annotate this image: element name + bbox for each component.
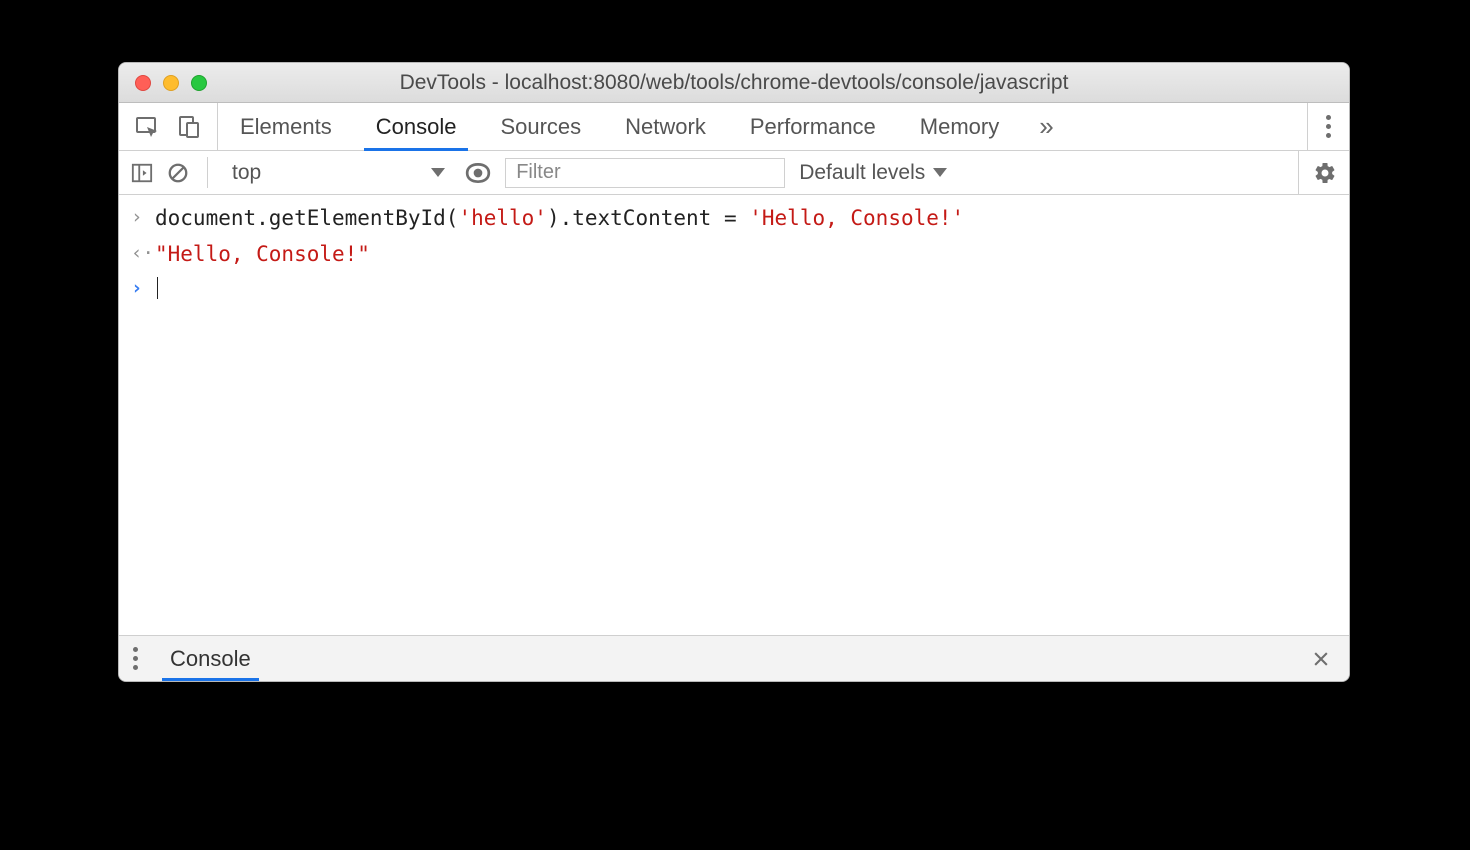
tab-sources[interactable]: Sources — [478, 103, 603, 150]
filter-input[interactable] — [505, 158, 785, 188]
log-levels-selector[interactable]: Default levels — [799, 161, 947, 185]
drawer-menu — [119, 636, 152, 681]
window-close-button[interactable] — [135, 75, 151, 91]
clear-console-icon[interactable] — [167, 162, 189, 184]
traffic-lights — [119, 75, 207, 91]
panel-tabs: Elements Console Sources Network Perform… — [218, 103, 1021, 150]
window-title: DevTools - localhost:8080/web/tools/chro… — [119, 71, 1349, 95]
drawer: Console — [119, 635, 1349, 681]
window-maximize-button[interactable] — [191, 75, 207, 91]
output-chevron-icon: ‹· — [131, 237, 155, 273]
console-sidebar-toggle-icon[interactable] — [131, 162, 153, 184]
console-output[interactable]: › document.getElementById('hello').textC… — [119, 195, 1349, 635]
console-input-echo: › document.getElementById('hello').textC… — [119, 201, 1349, 237]
window-minimize-button[interactable] — [163, 75, 179, 91]
window-titlebar: DevTools - localhost:8080/web/tools/chro… — [119, 63, 1349, 103]
drawer-tab-console[interactable]: Console — [152, 636, 269, 681]
devtools-window: DevTools - localhost:8080/web/tools/chro… — [118, 62, 1350, 682]
tab-network[interactable]: Network — [603, 103, 728, 150]
kebab-menu-icon[interactable] — [1326, 115, 1331, 138]
log-levels-label: Default levels — [799, 161, 925, 185]
input-chevron-icon: › — [131, 201, 155, 237]
console-result: ‹· "Hello, Console!" — [119, 237, 1349, 273]
tab-performance[interactable]: Performance — [728, 103, 898, 150]
context-selector[interactable]: top — [226, 161, 451, 185]
gear-icon[interactable] — [1313, 161, 1337, 185]
prompt-input[interactable] — [155, 272, 158, 308]
live-expression-icon[interactable] — [465, 160, 491, 186]
tab-console[interactable]: Console — [354, 103, 479, 150]
console-settings — [1298, 151, 1337, 194]
tab-elements[interactable]: Elements — [218, 103, 354, 150]
context-selector-value: top — [232, 161, 261, 185]
main-tabstrip: Elements Console Sources Network Perform… — [119, 103, 1349, 151]
prompt-chevron-icon: › — [131, 272, 155, 308]
tab-memory[interactable]: Memory — [898, 103, 1021, 150]
chevron-down-icon — [431, 168, 445, 177]
result-value: "Hello, Console!" — [155, 237, 370, 273]
device-toolbar-icon[interactable] — [177, 115, 201, 139]
drawer-close-button[interactable] — [1293, 636, 1349, 681]
console-toolbar: top Default levels — [119, 151, 1349, 195]
code-line: document.getElementById('hello').textCon… — [155, 201, 964, 237]
console-prompt[interactable]: › — [119, 272, 1349, 308]
main-menu — [1307, 103, 1349, 150]
tabs-overflow-button[interactable]: » — [1021, 103, 1071, 150]
inspect-tools — [119, 103, 218, 150]
chevron-down-icon — [933, 168, 947, 177]
inspect-element-icon[interactable] — [135, 115, 159, 139]
kebab-menu-icon[interactable] — [133, 647, 138, 670]
